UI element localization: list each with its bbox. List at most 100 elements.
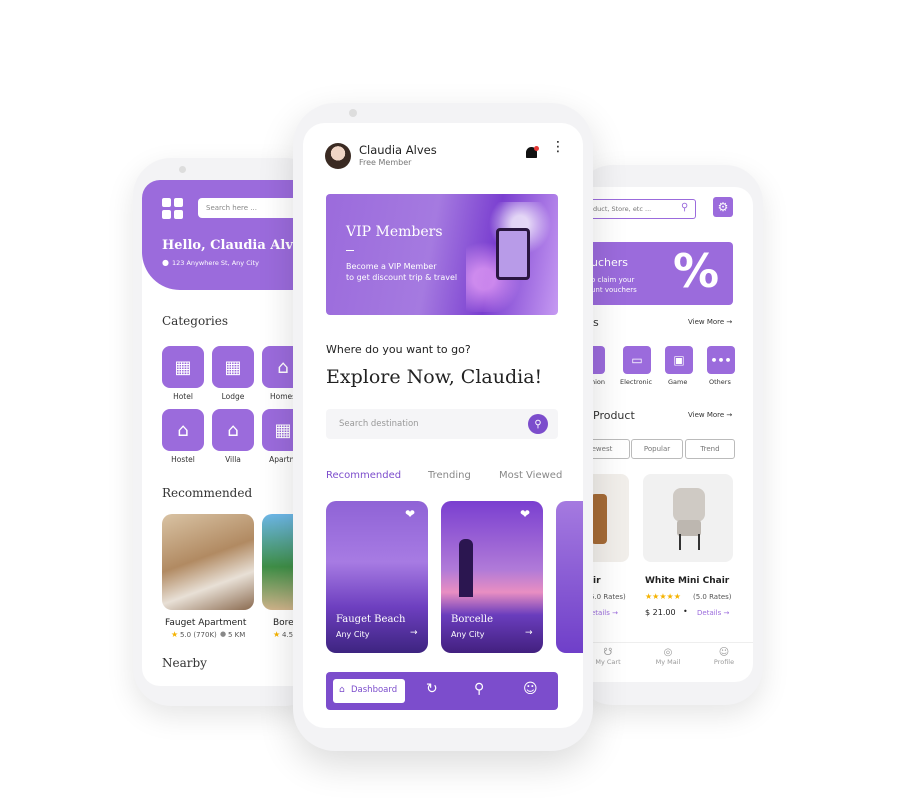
- camera-dot: [349, 109, 357, 117]
- center-phone: Claudia Alves Free Member ⋮ VIP Members …: [293, 103, 593, 751]
- product1-name: ir: [593, 576, 601, 586]
- nav-my-cart[interactable]: ☋ My Cart: [593, 647, 623, 666]
- details-label: etails: [591, 609, 610, 617]
- product2-name: White Mini Chair: [645, 576, 730, 586]
- product2-rates: (5.0 Rates): [693, 593, 732, 601]
- location-icon[interactable]: ⚲: [474, 681, 484, 697]
- settings-button[interactable]: ⚙: [713, 197, 733, 217]
- headline: Explore Now, Claudia!: [326, 366, 543, 388]
- heart-icon[interactable]: ❤: [520, 507, 530, 521]
- card-title: Borcelle: [451, 614, 493, 625]
- destination-search-input[interactable]: Search destination ⚲: [326, 409, 558, 439]
- destination-card-2[interactable]: ❤ Borcelle Any City →: [441, 501, 543, 653]
- card-subtitle: Any City: [336, 630, 370, 639]
- view-more-label: View More: [688, 318, 725, 326]
- right-phone: duct, Store, etc ... ⚲ ⚙ uchers o claim …: [575, 165, 763, 705]
- category-villa[interactable]: ⌂: [212, 409, 254, 451]
- heart-icon[interactable]: ❤: [405, 507, 415, 521]
- history-icon[interactable]: ↻: [426, 681, 438, 697]
- category-game[interactable]: ▣: [665, 346, 693, 374]
- product-image-2[interactable]: [643, 474, 733, 562]
- bottom-nav: ⌂ Dashboard ↻ ⚲ ☺: [326, 672, 558, 710]
- details-label: Details: [697, 609, 722, 617]
- category-hotel[interactable]: ▦: [162, 346, 204, 388]
- view-more-label: View More: [688, 411, 725, 419]
- search-input[interactable]: duct, Store, etc ... ⚲: [575, 199, 696, 219]
- category-label: Hostel: [171, 455, 195, 464]
- question-text: Where do you want to go?: [326, 343, 471, 356]
- more-options-icon[interactable]: ⋮: [551, 140, 565, 154]
- apartment-icon: ▦: [274, 419, 292, 441]
- profile-icon[interactable]: ☺: [523, 681, 538, 697]
- voucher-percent-symbol: %: [673, 244, 720, 298]
- gamepad-icon: ▣: [673, 353, 685, 367]
- banner-line1: Become a VIP Member: [346, 262, 437, 271]
- star-icon: ★: [171, 630, 179, 639]
- hostel-icon: ⌂: [177, 419, 189, 441]
- category-electronic[interactable]: ▭: [623, 346, 651, 374]
- categories-section-title: s: [593, 316, 599, 329]
- category-lodge[interactable]: ▦: [212, 346, 254, 388]
- location-pin-icon: ●: [220, 630, 227, 638]
- phone-in-hand-graphic: [496, 228, 530, 280]
- gear-icon: ⚙: [717, 200, 729, 214]
- recommended-image-1[interactable]: [162, 514, 254, 610]
- search-button[interactable]: ⚲: [528, 414, 548, 434]
- location-pin-icon: ●: [162, 258, 169, 267]
- camera-dot: [179, 166, 186, 173]
- user-status: Free Member: [359, 158, 412, 167]
- category-others[interactable]: •••: [707, 346, 735, 374]
- nearby-title: Nearby: [162, 656, 207, 670]
- product2-details-link[interactable]: Details →: [697, 609, 729, 617]
- banner-divider: [346, 250, 354, 251]
- nav-my-mail[interactable]: ◎ My Mail: [653, 647, 683, 666]
- avatar[interactable]: [325, 143, 351, 169]
- voucher-line1: o claim your: [591, 276, 635, 284]
- filter-trend[interactable]: Trend: [685, 439, 735, 459]
- voucher-banner[interactable]: uchers o claim your unt vouchers %: [575, 242, 733, 305]
- product1-details-link[interactable]: etails →: [591, 609, 618, 617]
- vip-banner[interactable]: VIP Members Become a VIP Member to get d…: [326, 194, 558, 315]
- search-placeholder: Search here ...: [206, 204, 257, 212]
- tab-recommended[interactable]: Recommended: [326, 470, 401, 481]
- cart-icon: ☋: [603, 647, 613, 658]
- nav-label: Profile: [713, 658, 735, 666]
- view-more-link[interactable]: View More →: [688, 318, 732, 326]
- search-icon: ⚲: [534, 418, 542, 430]
- tab-most-viewed[interactable]: Most Viewed: [499, 470, 562, 481]
- more-dots-icon: •••: [710, 353, 732, 367]
- category-label: Electronic: [620, 378, 653, 386]
- notification-bell-icon[interactable]: [525, 146, 539, 160]
- nav-dashboard-button[interactable]: ⌂ Dashboard: [333, 679, 405, 703]
- filter-label: Popular: [643, 445, 671, 453]
- arrow-right-icon: →: [410, 628, 418, 638]
- nav-label: My Cart: [595, 658, 621, 666]
- lodge-icon: ▦: [224, 356, 242, 378]
- category-label: Lodge: [221, 392, 245, 401]
- voucher-line2: unt vouchers: [591, 286, 637, 294]
- rec1-distance: 5 KM: [228, 631, 246, 639]
- category-label: Hotel: [173, 392, 193, 401]
- destination-card-1[interactable]: ❤ Fauget Beach Any City →: [326, 501, 428, 653]
- tab-trending[interactable]: Trending: [428, 470, 471, 481]
- view-more-link[interactable]: View More →: [688, 411, 732, 419]
- voucher-title: uchers: [591, 256, 629, 269]
- filter-label: Trend: [700, 445, 720, 453]
- home-icon: ⌂: [339, 685, 345, 695]
- filter-popular[interactable]: Popular: [631, 439, 683, 459]
- hotel-icon: ▦: [174, 356, 192, 378]
- home-icon: ⌂: [277, 356, 289, 378]
- recommended-title: Recommended: [162, 486, 253, 500]
- product2-price: $ 21.00: [645, 608, 676, 617]
- nav-dashboard-label: Dashboard: [351, 685, 398, 695]
- filter-label: ewest: [591, 445, 613, 453]
- rating-stars: ★★★★★: [645, 592, 681, 601]
- destination-card-3[interactable]: [556, 501, 583, 653]
- grid-menu-icon[interactable]: [162, 198, 184, 220]
- arrow-right-icon: →: [525, 628, 533, 638]
- nav-profile[interactable]: ☺ Profile: [709, 647, 739, 666]
- person-icon: ☺: [718, 647, 730, 658]
- category-label: Others: [709, 378, 731, 386]
- bell-icon: ◎: [663, 647, 673, 658]
- category-hostel[interactable]: ⌂: [162, 409, 204, 451]
